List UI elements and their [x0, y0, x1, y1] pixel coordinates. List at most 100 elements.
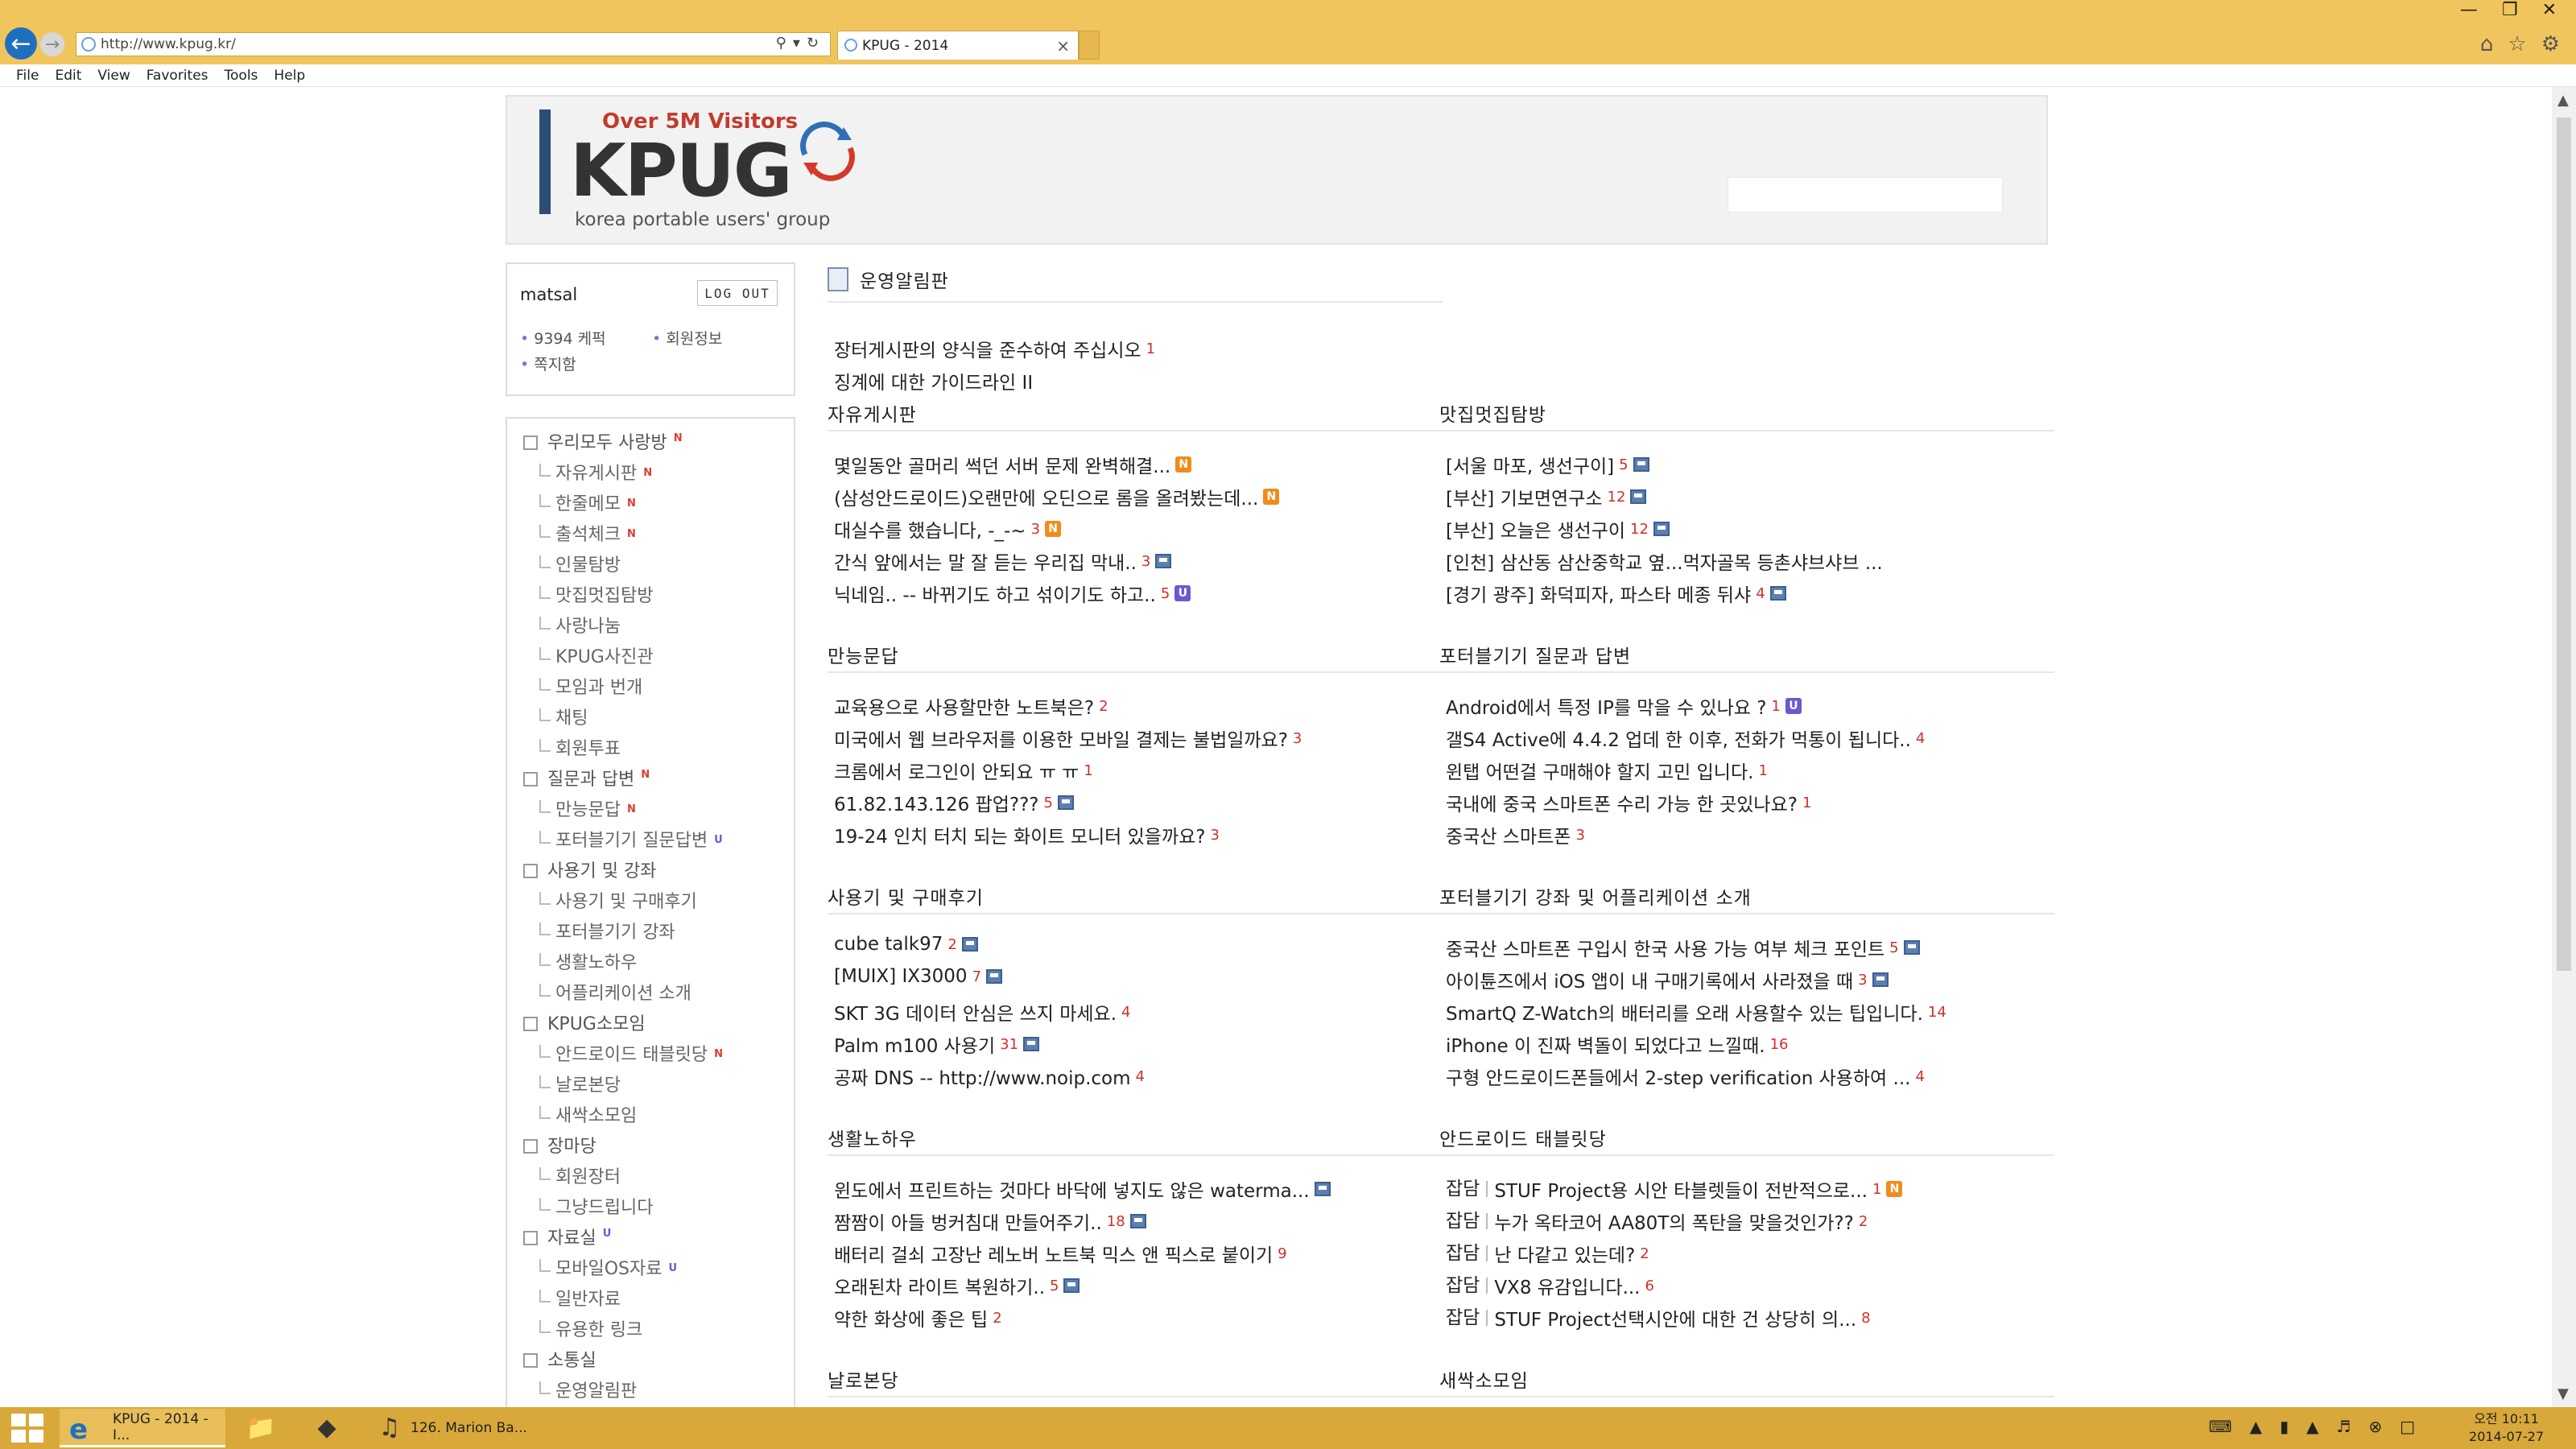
post-item[interactable]: SmartQ Z-Watch의 배터리를 오래 사용할수 있는 팁입니다. 14: [1446, 998, 1946, 1026]
post-title[interactable]: 61.82.143.126 팝업???: [834, 789, 1039, 816]
section-title[interactable]: 맛집멋집탐방: [1439, 399, 1546, 427]
post-item[interactable]: SKT 3G 데이터 안심은 쓰지 마세요. 4: [834, 998, 1130, 1026]
post-title[interactable]: [부산] 기보면연구소: [1446, 483, 1603, 510]
site-logo[interactable]: Over 5M Visitors KPUG korea portable use…: [539, 103, 855, 232]
sidebar-category[interactable]: 소통실: [523, 1346, 597, 1372]
post-item[interactable]: 오래된차 라이트 복원하기.. 5: [834, 1272, 1080, 1299]
menu-file[interactable]: File: [16, 68, 39, 84]
post-item[interactable]: [인천] 삼산동 삼산중학교 옆...먹자골목 등촌샤브샤브 ...: [1446, 547, 1883, 575]
post-item[interactable]: [서울 마포, 생선구이] 5: [1446, 451, 1649, 478]
sidebar-item[interactable]: 운영알림판: [539, 1377, 637, 1402]
scroll-up-icon[interactable]: ▲: [2557, 92, 2569, 109]
sidebar-item[interactable]: 회원장터: [539, 1162, 621, 1188]
section-title[interactable]: 안드로이드 태블릿당: [1439, 1124, 1607, 1151]
section-title[interactable]: 생활노하우: [828, 1124, 917, 1151]
member-info-link[interactable]: 회원정보: [652, 327, 722, 349]
post-title[interactable]: 중국산 스마트폰 구입시 한국 사용 가능 여부 체크 포인트: [1446, 934, 1885, 961]
tray-expand-icon[interactable]: ▲: [2250, 1417, 2262, 1436]
sidebar-category[interactable]: 사용기 및 강좌: [523, 857, 656, 882]
post-title[interactable]: SKT 3G 데이터 안심은 쓰지 마세요.: [834, 998, 1117, 1026]
network-icon[interactable]: ▲: [2306, 1417, 2318, 1436]
post-item[interactable]: 잡담 STUF Project선택시안에 대한 건 상당히 의... 8: [1446, 1304, 1871, 1331]
post-title[interactable]: 구형 안드로이드폰들에서 2-step verification 사용하여 ..…: [1446, 1063, 1910, 1090]
post-item[interactable]: 잡담 난 다같고 있는데? 2: [1446, 1240, 1649, 1267]
browser-tab[interactable]: KPUG - 2014 ×: [837, 31, 1079, 60]
sidebar-item[interactable]: 모바일OS자료 U: [539, 1254, 677, 1280]
new-tab-button[interactable]: [1079, 31, 1100, 60]
sidebar-item[interactable]: 날로본당: [539, 1071, 621, 1096]
close-icon[interactable]: ✕: [2542, 0, 2557, 20]
post-title[interactable]: [서울 마포, 생선구이]: [1446, 451, 1614, 478]
post-title[interactable]: 크롬에서 로그인이 안되요 ㅠ ㅠ: [834, 757, 1079, 784]
menu-tools[interactable]: Tools: [225, 68, 258, 84]
tab-close-icon[interactable]: ×: [1056, 36, 1070, 56]
logout-button[interactable]: LOG OUT: [697, 280, 778, 306]
taskbar-ie-button[interactable]: e KPUG - 2014 - I...: [60, 1409, 225, 1447]
header-search-box[interactable]: [1728, 177, 2003, 213]
section-title[interactable]: 자유게시판: [828, 399, 917, 427]
sidebar-item[interactable]: 사용기 및 구매후기: [539, 887, 697, 913]
post-title[interactable]: 배터리 걸쇠 고장난 레노버 노트북 믹스 앤 픽스로 붙이기: [834, 1240, 1273, 1267]
scroll-down-icon[interactable]: ▼: [2557, 1385, 2569, 1402]
search-icon[interactable]: ⚲: [776, 35, 793, 52]
post-title[interactable]: 난 다같고 있는데?: [1494, 1240, 1635, 1267]
taskbar-app-button[interactable]: ◆: [303, 1409, 348, 1447]
post-item[interactable]: 닉네임.. -- 바뀌기도 하고 섞이기도 하고.. 5 U: [834, 580, 1191, 607]
sidebar-item[interactable]: 포터블기기 질문답변 U: [539, 826, 723, 852]
battery-icon[interactable]: ▮: [2280, 1417, 2289, 1436]
minimize-icon[interactable]: —: [2460, 0, 2478, 20]
post-title[interactable]: STUF Project선택시안에 대한 건 상당히 의...: [1494, 1304, 1856, 1331]
post-item[interactable]: 윈탭 어떤걸 구매해야 할지 고민 입니다. 1: [1446, 757, 1768, 784]
post-item[interactable]: 중국산 스마트폰 3: [1446, 821, 1585, 848]
post-item[interactable]: 약한 화상에 좋은 팁 2: [834, 1304, 1002, 1331]
dropdown-icon[interactable]: ▾: [793, 35, 807, 52]
sidebar-category[interactable]: 자료실 U: [523, 1224, 611, 1249]
keyboard-icon[interactable]: ⌨: [2209, 1417, 2232, 1436]
post-title[interactable]: 닉네임.. -- 바뀌기도 하고 섞이기도 하고..: [834, 580, 1156, 607]
restore-icon[interactable]: ❐: [2502, 0, 2518, 20]
post-title[interactable]: cube talk97: [834, 934, 943, 955]
post-item[interactable]: 구형 안드로이드폰들에서 2-step verification 사용하여 ..…: [1446, 1063, 1925, 1090]
post-title[interactable]: Android에서 특정 IP를 막을 수 있나요 ?: [1446, 692, 1766, 720]
post-title[interactable]: 윈도에서 프린트하는 것마다 바닥에 넣지도 않은 waterma...: [834, 1175, 1310, 1203]
menu-edit[interactable]: Edit: [55, 68, 81, 84]
post-item[interactable]: 크롬에서 로그인이 안되요 ㅠ ㅠ 1: [834, 757, 1093, 784]
post-item[interactable]: 잡담 VX8 유감입니다... 6: [1446, 1272, 1654, 1299]
post-item[interactable]: 간식 앞에서는 말 잘 듣는 우리집 막내.. 3: [834, 547, 1172, 575]
menu-view[interactable]: View: [97, 68, 130, 84]
refresh-icon[interactable]: ↻: [807, 35, 825, 52]
section-title[interactable]: 포터블기기 질문과 답변: [1439, 641, 1631, 668]
post-item[interactable]: [경기 광주] 화덕피자, 파스타 메종 뒤샤 4: [1446, 580, 1786, 607]
post-title[interactable]: 약한 화상에 좋은 팁: [834, 1304, 988, 1331]
post-item[interactable]: [부산] 기보면연구소 12: [1446, 483, 1647, 510]
post-item[interactable]: iPhone 이 진짜 벽돌이 되었다고 느낄때. 16: [1446, 1030, 1789, 1058]
post-item[interactable]: 국내에 중국 스마트폰 수리 가능 한 곳있나요? 1: [1446, 789, 1811, 816]
post-item[interactable]: 잡담 STUF Project용 시안 타블렛들이 전반적으로... 1 N: [1446, 1175, 1903, 1203]
vertical-scrollbar[interactable]: ▲ ▼: [2552, 87, 2576, 1407]
post-title[interactable]: 19-24 인치 터치 되는 화이트 모니터 있을까요?: [834, 821, 1205, 848]
sidebar-item[interactable]: 한줄메모 N: [539, 489, 636, 515]
action-center-icon[interactable]: ⊗: [2368, 1417, 2382, 1436]
sidebar-item[interactable]: 일반자료: [539, 1285, 621, 1311]
post-title[interactable]: [인천] 삼산동 삼산중학교 옆...먹자골목 등촌샤브샤브 ...: [1446, 547, 1883, 575]
sidebar-item[interactable]: 그냥드립니다: [539, 1193, 653, 1219]
post-item[interactable]: cube talk97 2: [834, 934, 978, 955]
post-item[interactable]: 징계에 대한 가이드라인 II: [834, 367, 1033, 394]
post-title[interactable]: (삼성안드로이드)오랜만에 오딘으로 롬을 올려봤는데...: [834, 483, 1258, 510]
post-title[interactable]: 윈탭 어떤걸 구매해야 할지 고민 입니다.: [1446, 757, 1753, 784]
post-title[interactable]: SmartQ Z-Watch의 배터리를 오래 사용할수 있는 팁입니다.: [1446, 998, 1923, 1026]
favorites-star-icon[interactable]: ☆: [2508, 32, 2526, 56]
post-title[interactable]: 누가 옥타코어 AA80T의 폭탄을 맞을것인가??: [1494, 1208, 1853, 1235]
post-title[interactable]: STUF Project용 시안 타블렛들이 전반적으로...: [1494, 1175, 1868, 1203]
post-title[interactable]: 국내에 중국 스마트폰 수리 가능 한 곳있나요?: [1446, 789, 1798, 816]
menu-favorites[interactable]: Favorites: [147, 68, 208, 84]
scroll-thumb[interactable]: [2557, 118, 2571, 971]
sidebar-item[interactable]: 자유게시판 N: [539, 459, 652, 485]
sidebar-item[interactable]: 회원투표: [539, 734, 621, 760]
post-title[interactable]: 오래된차 라이트 복원하기..: [834, 1272, 1045, 1299]
post-item[interactable]: 19-24 인치 터치 되는 화이트 모니터 있을까요? 3: [834, 821, 1220, 848]
post-item[interactable]: 장터게시판의 양식을 준수하여 주십시오 1: [834, 335, 1155, 362]
sidebar-category[interactable]: KPUG소모임: [523, 1009, 646, 1035]
post-item[interactable]: 공짜 DNS -- http://www.noip.com 4: [834, 1063, 1145, 1090]
sidebar-item[interactable]: 사랑나눔: [539, 612, 621, 638]
